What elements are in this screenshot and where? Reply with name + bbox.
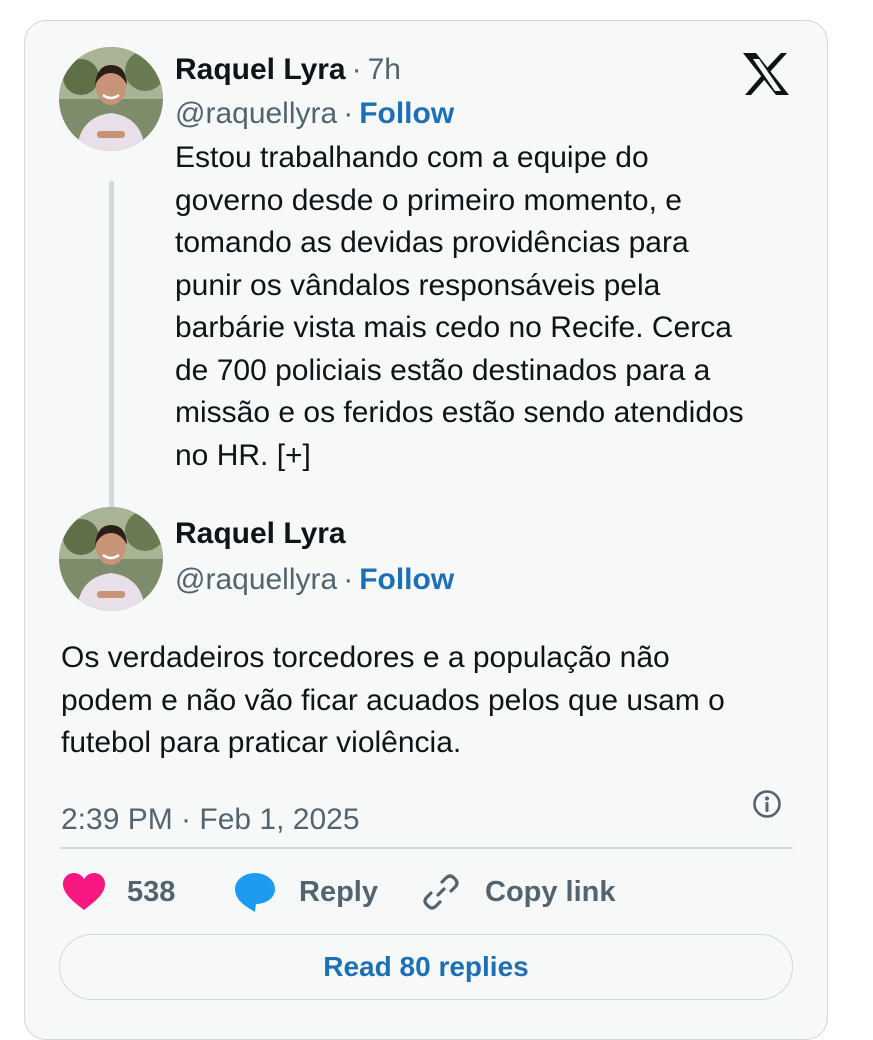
copy-link-button[interactable]: Copy link xyxy=(421,869,616,915)
main-tweet-text: Os verdadeiros torcedores e a população … xyxy=(61,637,725,765)
like-count: 538 xyxy=(127,875,176,908)
text-line: de 700 policiais estão destinados para a xyxy=(175,353,711,387)
handle-row: @raquellyra · Follow xyxy=(175,97,455,130)
heart-icon xyxy=(61,872,107,912)
text-line: Estou trabalhando com a equipe do xyxy=(175,141,649,174)
read-replies-label: Read 80 replies xyxy=(323,951,529,982)
reply-tweet-text: Estou trabalhando com a equipe do govern… xyxy=(175,137,744,477)
tweet-embed-card: Raquel Lyra · 7h @raquellyra · Follow Estou … xyxy=(24,20,828,1040)
info-icon[interactable] xyxy=(751,788,783,820)
timestamp[interactable]: 2:39 PM · Feb 1, 2025 xyxy=(61,803,360,837)
author-name[interactable]: Raquel Lyra · 7h xyxy=(175,53,401,87)
text-line: podem e não vão ficar acuados pelos que … xyxy=(61,683,725,717)
avatar[interactable] xyxy=(59,47,163,151)
like-button[interactable]: 538 xyxy=(61,869,175,915)
divider xyxy=(61,847,793,849)
time-ago: 7h xyxy=(367,53,401,86)
author-handle[interactable]: @raquellyra xyxy=(175,563,337,596)
follow-button[interactable]: Follow xyxy=(359,563,454,596)
text-line: missão e os feridos estão sendo atendido… xyxy=(175,396,744,429)
thread-line xyxy=(109,181,114,515)
link-icon xyxy=(421,872,461,912)
text-line: futebol para praticar violência. xyxy=(61,726,462,759)
read-replies-button[interactable]: Read 80 replies xyxy=(59,934,793,1000)
x-logo-icon[interactable] xyxy=(741,51,791,97)
text-line: Os verdadeiros torcedores e a população … xyxy=(61,641,670,674)
text-line: governo desde o primeiro momento, e xyxy=(175,183,682,217)
avatar[interactable] xyxy=(59,507,163,611)
text-line: punir os vândalos responsáveis pela xyxy=(175,268,661,302)
text-line: tomando as devidas providências para xyxy=(175,226,689,259)
text-line: barbárie vista mais cedo no Recife. Cerc… xyxy=(175,311,732,344)
speech-bubble-icon xyxy=(233,871,277,913)
author-handle[interactable]: @raquellyra xyxy=(175,97,337,130)
reply-button[interactable]: Reply xyxy=(233,869,378,915)
handle-row: @raquellyra · Follow xyxy=(175,563,455,596)
author-name[interactable]: Raquel Lyra xyxy=(175,517,346,551)
reply-label: Reply xyxy=(299,875,378,908)
copy-link-label: Copy link xyxy=(485,875,616,908)
follow-button[interactable]: Follow xyxy=(359,97,454,130)
text-line: no HR. [+] xyxy=(175,438,311,472)
